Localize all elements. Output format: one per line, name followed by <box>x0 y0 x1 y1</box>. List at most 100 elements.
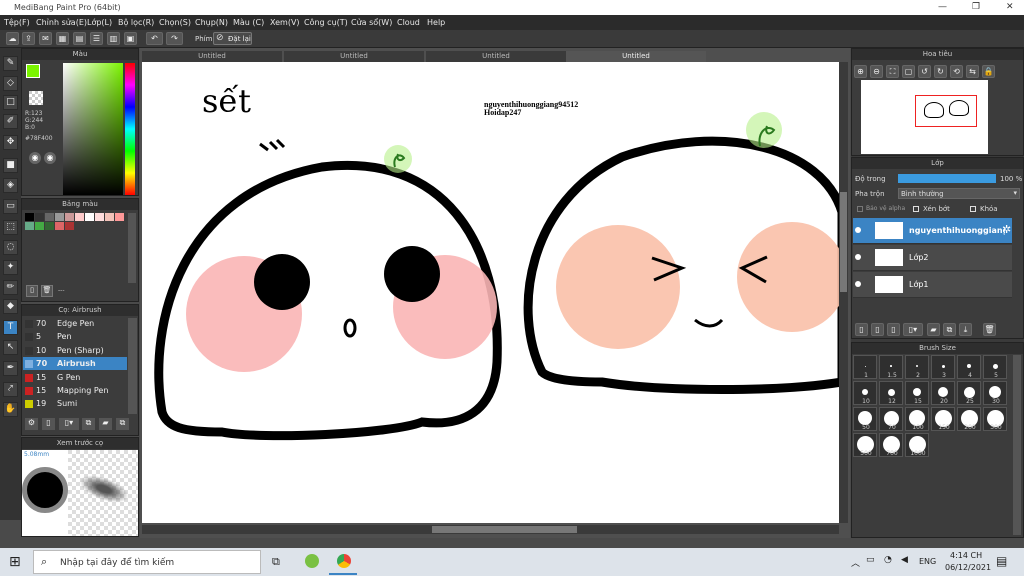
palette-alt-icon[interactable]: ◉ <box>44 152 56 164</box>
brush-add-icon[interactable]: ⚙ <box>25 418 38 430</box>
menu-filter[interactable]: Bộ lọc(R) <box>118 18 154 27</box>
brush-size-scrollbar[interactable] <box>1013 355 1021 535</box>
protect-alpha-checkbox[interactable] <box>857 206 863 212</box>
gradient-tool-icon[interactable]: ▭ <box>3 199 18 214</box>
operation-tool-icon[interactable]: ↖ <box>3 340 18 355</box>
brush-size-option[interactable]: 1000 <box>905 433 929 457</box>
brush-size-option[interactable]: 20 <box>931 381 955 405</box>
brush-size-option[interactable]: 300 <box>983 407 1007 431</box>
lock-view-icon[interactable]: 🔒 <box>982 65 995 78</box>
fill-shape-icon[interactable]: ■ <box>3 158 18 173</box>
app-icon-1[interactable] <box>305 554 319 568</box>
palette-swatch[interactable] <box>55 222 64 230</box>
brush-size-option[interactable]: 15 <box>905 381 929 405</box>
chevron-up-icon[interactable]: ︿ <box>851 556 860 569</box>
opacity-slider[interactable] <box>898 174 996 183</box>
new-palette-icon[interactable]: ▯ <box>26 285 38 297</box>
menu-window[interactable]: Cửa sổ(W) <box>351 18 392 27</box>
grid-icon[interactable]: ▦ <box>56 32 69 45</box>
brush-size-option[interactable]: 500 <box>853 433 877 457</box>
transparent-color-swatch[interactable] <box>29 91 43 105</box>
flip-icon[interactable]: ⇆ <box>966 65 979 78</box>
maximize-button[interactable]: ❐ <box>972 2 980 12</box>
brush-item[interactable]: 15 Mapping Pen <box>23 384 127 397</box>
duplicate-layer-icon[interactable]: ⧉ <box>943 323 956 336</box>
menu-layer[interactable]: Lớp(L) <box>87 18 112 27</box>
brush-size-option[interactable]: 10 <box>853 381 877 405</box>
palette-swatch[interactable] <box>45 213 54 221</box>
brush-size-option[interactable]: 70 <box>879 407 903 431</box>
reset-button[interactable]: ⊘ Đặt lại <box>213 32 252 45</box>
menu-help[interactable]: Help <box>427 18 445 27</box>
palette-swatch[interactable] <box>75 213 84 221</box>
eye-icon[interactable] <box>855 281 861 287</box>
panel-icon[interactable]: ▥ <box>107 32 120 45</box>
new-layer-icon[interactable]: ▯ <box>855 323 868 336</box>
redo-button[interactable]: ↷ <box>166 32 183 45</box>
layer-row-3[interactable]: Lớp1 <box>853 272 1012 298</box>
palette-swatch[interactable] <box>105 213 114 221</box>
palette-swatch[interactable] <box>55 213 64 221</box>
move-tool-icon[interactable]: ✥ <box>3 135 18 150</box>
language-indicator[interactable]: ENG <box>919 557 936 566</box>
brush-size-option[interactable]: 25 <box>957 381 981 405</box>
brush-item[interactable]: 70 Airbrush <box>23 357 127 371</box>
brush-item[interactable]: 5 Pen <box>23 330 127 343</box>
actual-size-icon[interactable]: ▢ <box>902 65 915 78</box>
tab-untitled-2[interactable]: Untitled <box>284 51 424 62</box>
gear-icon[interactable]: ✲ <box>1002 223 1011 236</box>
eyedropper-icon[interactable]: ⤤ <box>3 382 18 397</box>
menu-edit[interactable]: Chỉnh sửa(E) <box>36 18 87 27</box>
palette-swatch[interactable] <box>25 222 34 230</box>
folder-icon[interactable]: ▰ <box>927 323 940 336</box>
palette-swatch[interactable] <box>65 213 74 221</box>
navigator-thumbnail[interactable] <box>861 80 988 154</box>
select-tool-icon[interactable]: ⬚ <box>3 220 18 235</box>
eye-icon[interactable] <box>855 227 861 233</box>
brush-copy-icon[interactable]: ⧉ <box>116 418 129 430</box>
saturation-value-picker[interactable] <box>63 63 123 195</box>
palette-swatch[interactable] <box>35 222 44 230</box>
select-pen-icon[interactable]: ✏ <box>3 280 18 295</box>
tab-untitled-4[interactable]: Untitled <box>566 51 706 62</box>
clipping-checkbox[interactable] <box>913 206 919 212</box>
lock-checkbox[interactable] <box>970 206 976 212</box>
brush-size-option[interactable]: 12 <box>879 381 903 405</box>
brush-item[interactable]: 10 Pen (Sharp) <box>23 344 127 357</box>
tab-untitled-3[interactable]: Untitled <box>426 51 566 62</box>
list-icon[interactable]: ☰ <box>90 32 103 45</box>
brush-size-option[interactable]: 4 <box>957 355 981 379</box>
canvas-hscroll[interactable] <box>142 525 839 534</box>
delete-layer-icon[interactable]: 🗑 <box>983 323 996 336</box>
undo-button[interactable]: ↶ <box>146 32 163 45</box>
rotate-left-icon[interactable]: ↺ <box>918 65 931 78</box>
add-layer-dropdown-icon[interactable]: ▯▾ <box>903 323 923 336</box>
zoom-in-icon[interactable]: ⊕ <box>854 65 867 78</box>
brush-size-option[interactable]: 2 <box>905 355 929 379</box>
palette-icon[interactable]: ◉ <box>29 152 41 164</box>
layout-icon[interactable]: ▣ <box>124 32 137 45</box>
brush-folder-icon[interactable]: ▰ <box>99 418 112 430</box>
clock-time[interactable]: 4:14 CH <box>950 551 982 560</box>
minimize-button[interactable]: — <box>938 2 947 12</box>
brush-size-option[interactable]: 3 <box>931 355 955 379</box>
export-icon[interactable]: ⇪ <box>22 32 35 45</box>
menu-capture[interactable]: Chụp(N) <box>195 18 228 27</box>
volume-icon[interactable]: ◀ <box>901 555 908 565</box>
wifi-icon[interactable]: ◔ <box>884 555 892 565</box>
bucket-tool-icon[interactable]: ◈ <box>3 178 18 193</box>
canvas-vscroll[interactable] <box>839 62 848 523</box>
brush-tool-icon[interactable]: ✎ <box>3 56 18 71</box>
palette-swatch[interactable] <box>115 213 124 221</box>
notification-icon[interactable]: ▤ <box>996 554 1007 568</box>
brush-item[interactable]: 19 Sumi <box>23 397 127 410</box>
menu-tools[interactable]: Công cụ(T) <box>304 18 348 27</box>
menu-select[interactable]: Chọn(S) <box>159 18 191 27</box>
brush-size-option[interactable]: 1.5 <box>879 355 903 379</box>
hand-tool-icon[interactable]: ✋ <box>3 402 18 417</box>
brush-size-option[interactable]: 50 <box>853 407 877 431</box>
blend-select[interactable]: Bình thường ▾ <box>898 188 1020 199</box>
brush-item[interactable]: 15 G Pen <box>23 371 127 384</box>
palette-swatch[interactable] <box>85 213 94 221</box>
hue-slider[interactable] <box>125 63 135 195</box>
